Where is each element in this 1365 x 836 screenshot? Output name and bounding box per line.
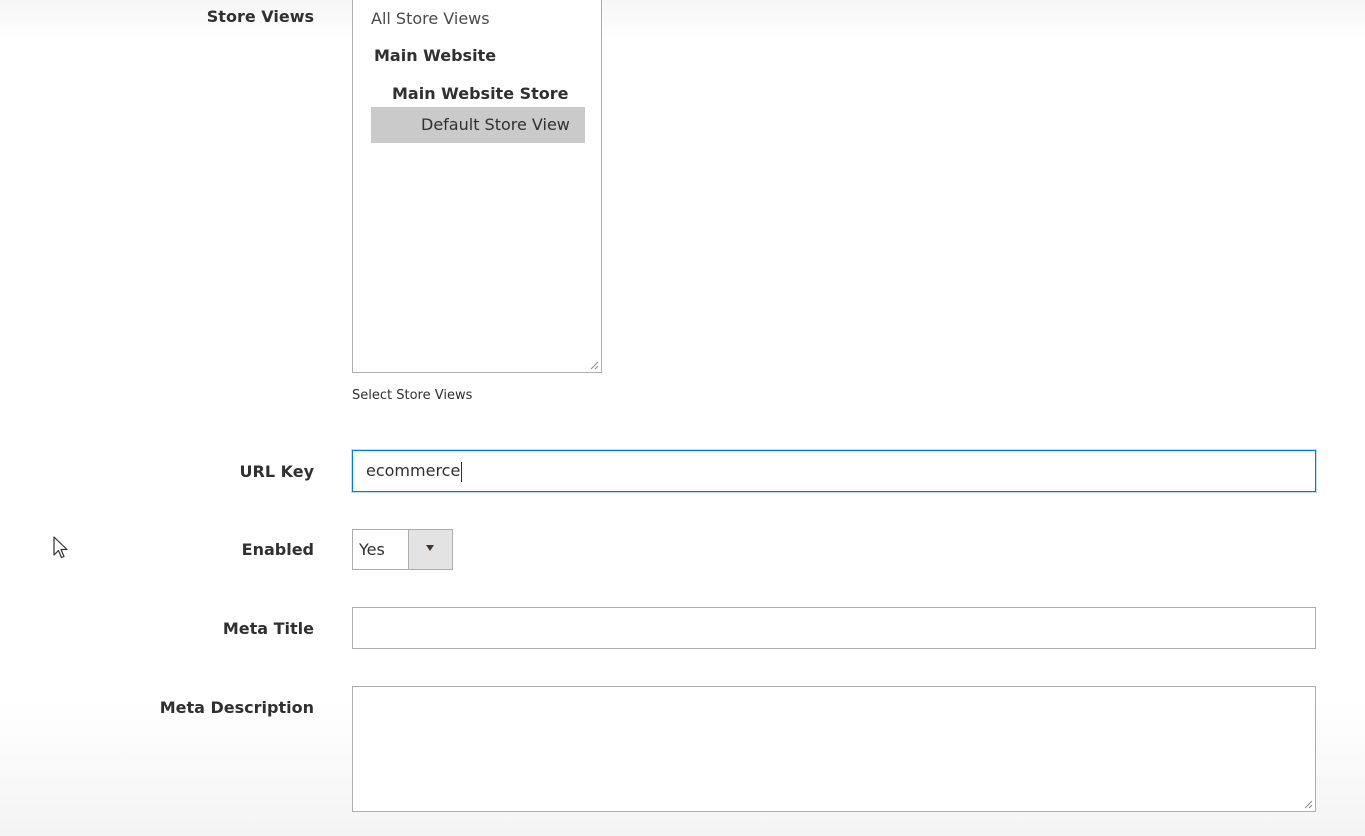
meta-description-label: Meta Description	[159, 698, 314, 717]
url-key-input[interactable]: ecommerce	[352, 450, 1316, 492]
enabled-select-toggle[interactable]	[408, 530, 452, 569]
meta-title-label: Meta Title	[222, 619, 314, 638]
resize-grip-icon[interactable]	[590, 361, 599, 370]
store-views-group-store: Main Website Store	[392, 84, 569, 103]
cms-page-form: Store Views All Store Views Main Website…	[0, 0, 1365, 836]
store-views-option-all[interactable]: All Store Views	[371, 9, 490, 28]
enabled-label: Enabled	[241, 540, 314, 559]
caret-down-icon	[426, 545, 434, 551]
enabled-select-value: Yes	[359, 540, 385, 559]
meta-title-input[interactable]	[352, 607, 1316, 649]
store-views-multiselect[interactable]: All Store Views Main Website Main Websit…	[352, 0, 602, 373]
url-key-value: ecommerce	[366, 461, 461, 480]
store-views-label: Store Views	[206, 7, 314, 26]
text-caret	[461, 461, 463, 482]
store-views-option-default-label: Default Store View	[421, 115, 570, 134]
meta-description-textarea[interactable]	[352, 686, 1316, 812]
store-views-option-default-selected[interactable]: Default Store View	[371, 107, 585, 143]
resize-grip-icon[interactable]	[1304, 800, 1313, 809]
enabled-select[interactable]: Yes	[352, 529, 453, 570]
url-key-label: URL Key	[239, 462, 314, 481]
store-views-group-website: Main Website	[374, 46, 497, 65]
mouse-pointer-icon	[53, 536, 68, 559]
store-views-note: Select Store Views	[352, 388, 473, 403]
